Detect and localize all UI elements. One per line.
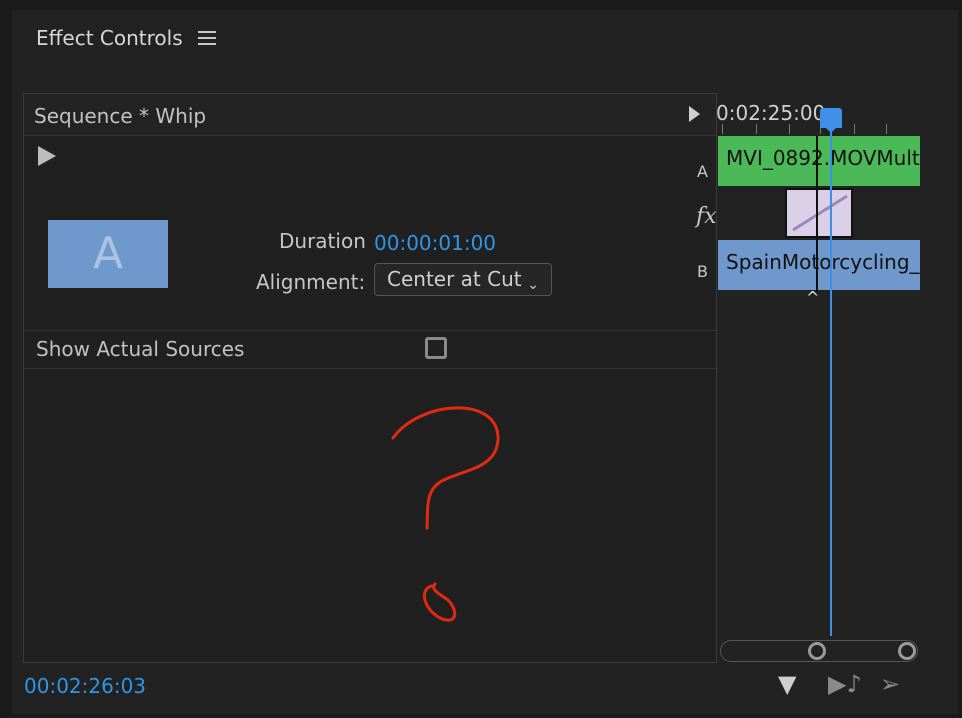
scrollbar-left-handle[interactable] xyxy=(808,642,826,660)
fx-icon: fx xyxy=(696,204,717,229)
show-actual-sources-checkbox[interactable] xyxy=(425,337,447,359)
divider xyxy=(24,330,716,331)
alignment-label: Alignment: xyxy=(256,270,366,294)
show-actual-sources-label: Show Actual Sources xyxy=(36,337,245,361)
question-mark-scribble xyxy=(391,406,500,622)
track-b-label: B xyxy=(697,262,708,281)
current-timecode[interactable]: 00:02:26:03 xyxy=(24,674,146,698)
track-a-label: A xyxy=(697,162,708,181)
duration-value[interactable]: 00:00:01:00 xyxy=(374,231,496,255)
play-icon[interactable] xyxy=(38,146,56,166)
playhead-line[interactable] xyxy=(830,126,832,636)
alignment-value: Center at Cut xyxy=(387,267,522,291)
duration-label: Duration xyxy=(279,229,366,253)
chevron-down-icon: ⌄ xyxy=(527,277,539,293)
expand-arrow-icon[interactable] xyxy=(689,106,700,122)
clip-a[interactable]: MVI_0892.MOVMult xyxy=(718,136,920,186)
cut-caret-icon: ^ xyxy=(806,288,820,307)
sequence-bar: Sequence * Whip xyxy=(24,94,716,136)
divider xyxy=(24,368,716,369)
transition-thumbnail: A xyxy=(48,220,168,288)
alignment-dropdown[interactable]: Center at Cut ⌄ xyxy=(374,263,552,296)
scrollbar-right-handle[interactable] xyxy=(898,642,916,660)
filter-icon[interactable]: ▼ xyxy=(778,670,796,698)
time-ruler[interactable] xyxy=(716,124,920,134)
timeline-time: 0:02:25:00 xyxy=(716,101,826,125)
panel-title[interactable]: Effect Controls xyxy=(36,26,183,50)
hamburger-menu-icon[interactable] xyxy=(198,31,216,47)
cut-line xyxy=(816,136,818,292)
sequence-title: Sequence * Whip xyxy=(34,104,207,128)
playhead-handle[interactable] xyxy=(820,108,842,133)
transition-clip[interactable] xyxy=(785,188,853,238)
effect-content-area xyxy=(23,93,717,663)
play-audio-icon[interactable]: ▶♪ xyxy=(828,670,862,698)
export-icon[interactable]: ➢ xyxy=(880,670,900,698)
clip-b[interactable]: SpainMotorcycling_ xyxy=(718,240,920,290)
